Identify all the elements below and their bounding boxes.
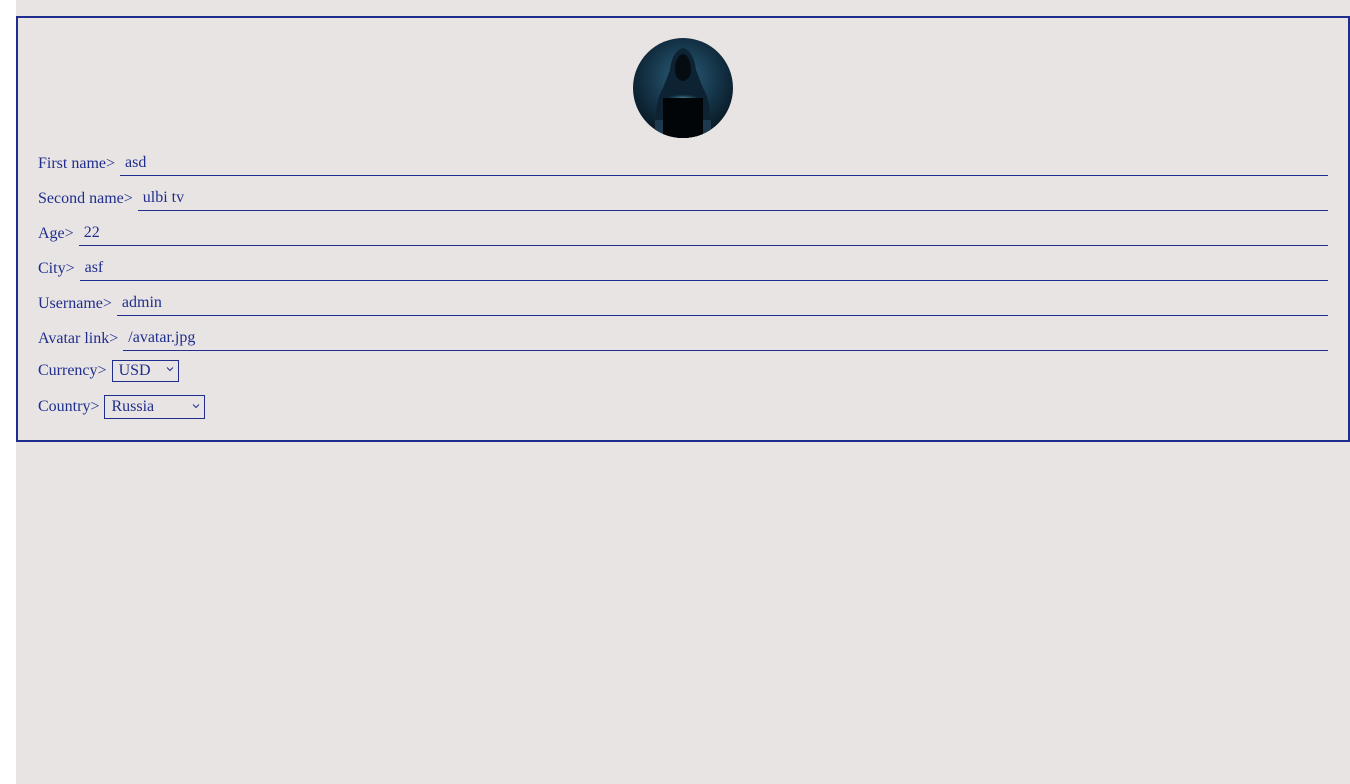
chevron-down-icon — [166, 367, 173, 372]
avatar-link-row: Avatar link> — [38, 327, 1328, 351]
second-name-row: Second name> — [38, 187, 1328, 211]
age-row: Age> — [38, 222, 1328, 246]
city-input[interactable] — [79, 257, 1328, 281]
profile-card: First name> Second name> Age> City> User… — [16, 16, 1350, 442]
first-name-row: First name> — [38, 152, 1328, 176]
hooded-hacker-avatar-icon — [633, 38, 733, 138]
username-input[interactable] — [116, 292, 1328, 316]
chevron-down-icon — [193, 404, 200, 409]
avatar — [633, 38, 733, 138]
username-label: Username> — [38, 295, 112, 312]
country-row: Country> Russia — [38, 394, 1328, 420]
first-name-input[interactable] — [120, 152, 1328, 176]
age-input[interactable] — [78, 222, 1328, 246]
avatar-link-input[interactable] — [123, 327, 1328, 351]
age-label: Age> — [38, 225, 74, 242]
currency-row: Currency> USD — [38, 358, 1328, 384]
second-name-input[interactable] — [137, 187, 1328, 211]
country-select[interactable]: Russia — [104, 395, 206, 419]
city-row: City> — [38, 257, 1328, 281]
currency-label: Currency> — [38, 362, 107, 379]
country-select-value: Russia — [111, 398, 155, 415]
first-name-label: First name> — [38, 155, 116, 172]
username-row: Username> — [38, 292, 1328, 316]
currency-select-value: USD — [118, 362, 151, 379]
second-name-label: Second name> — [38, 190, 133, 207]
avatar-link-label: Avatar link> — [38, 330, 119, 347]
currency-select[interactable]: USD — [111, 360, 179, 382]
country-label: Country> — [38, 398, 100, 415]
city-label: City> — [38, 260, 75, 277]
